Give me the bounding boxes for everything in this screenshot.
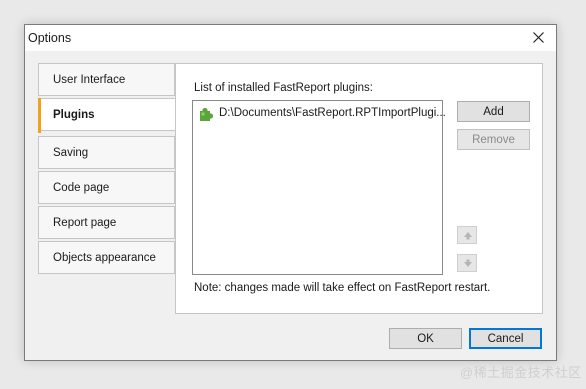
- tab-plugins[interactable]: Plugins: [38, 98, 178, 133]
- window-title: Options: [28, 31, 72, 45]
- tab-label: Objects appearance: [53, 252, 156, 264]
- cancel-button[interactable]: Cancel: [469, 328, 542, 349]
- close-button[interactable]: [522, 25, 556, 51]
- tab-label: Code page: [53, 182, 110, 194]
- tab-user-interface[interactable]: User Interface: [38, 63, 175, 96]
- tab-label: Report page: [53, 217, 117, 229]
- tab-label: Plugins: [53, 109, 95, 121]
- restart-note: Note: changes made will take effect on F…: [194, 282, 491, 294]
- tab-label: User Interface: [53, 74, 126, 86]
- title-bar: Options: [25, 25, 556, 51]
- tab-objects-appearance[interactable]: Objects appearance: [38, 241, 175, 274]
- plugins-list-label: List of installed FastReport plugins:: [194, 82, 373, 94]
- add-button[interactable]: Add: [457, 101, 530, 122]
- tab-code-page[interactable]: Code page: [38, 171, 175, 204]
- tab-saving[interactable]: Saving: [38, 136, 175, 169]
- ok-button[interactable]: OK: [389, 328, 462, 349]
- tab-label: Saving: [53, 147, 89, 159]
- plugins-listbox[interactable]: D:\Documents\FastReport.RPTImportPlugi..…: [192, 100, 446, 275]
- close-icon: [533, 32, 544, 43]
- move-down-button[interactable]: [457, 254, 477, 272]
- options-dialog: Options User Interface Plugins Saving Co…: [24, 24, 557, 361]
- move-up-button[interactable]: [457, 226, 477, 244]
- arrow-down-icon: [464, 259, 472, 267]
- tab-report-page[interactable]: Report page: [38, 206, 175, 239]
- remove-button[interactable]: Remove: [457, 129, 530, 150]
- arrow-up-icon: [464, 232, 472, 240]
- puzzle-piece-icon: [200, 107, 214, 121]
- plugin-path: D:\Documents\FastReport.RPTImportPlugi..…: [219, 107, 446, 119]
- watermark: @稀土掘金技术社区: [460, 365, 582, 380]
- plugins-panel: List of installed FastReport plugins: D:…: [175, 63, 543, 314]
- active-tab-indicator: [38, 98, 41, 133]
